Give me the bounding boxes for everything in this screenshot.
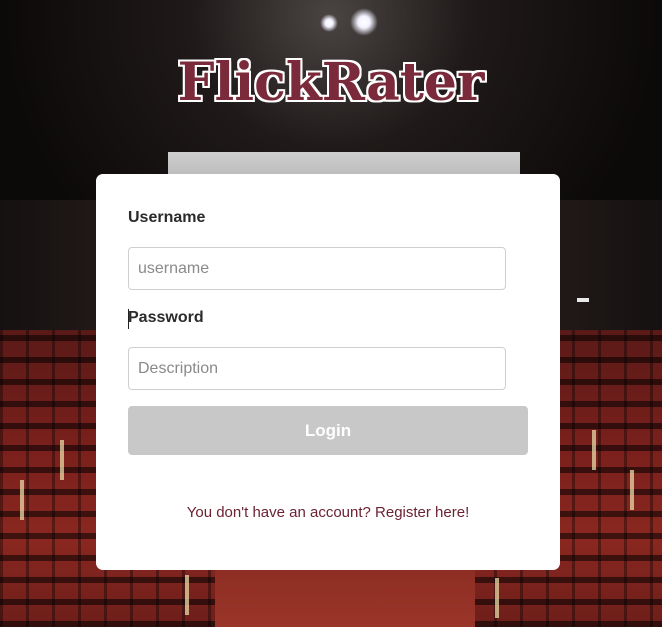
seat-light	[592, 430, 596, 470]
exit-light	[577, 298, 589, 302]
seat-light	[630, 470, 634, 510]
register-link[interactable]: You don't have an account? Register here…	[96, 504, 560, 521]
app-logo: FlickRater	[177, 52, 485, 113]
seat-light	[60, 440, 64, 480]
seat-light	[185, 575, 189, 615]
username-input[interactable]	[128, 247, 506, 290]
aisle	[215, 560, 475, 627]
password-label: Password	[128, 309, 204, 326]
password-input[interactable]	[128, 347, 506, 390]
ceiling-light	[350, 8, 378, 36]
username-label: Username	[128, 209, 206, 226]
login-button[interactable]: Login	[128, 406, 528, 455]
seat-light	[495, 578, 499, 618]
ceiling-light	[320, 14, 338, 32]
login-card: Username Password Login You don't have a…	[96, 174, 560, 570]
seat-light	[20, 480, 24, 520]
